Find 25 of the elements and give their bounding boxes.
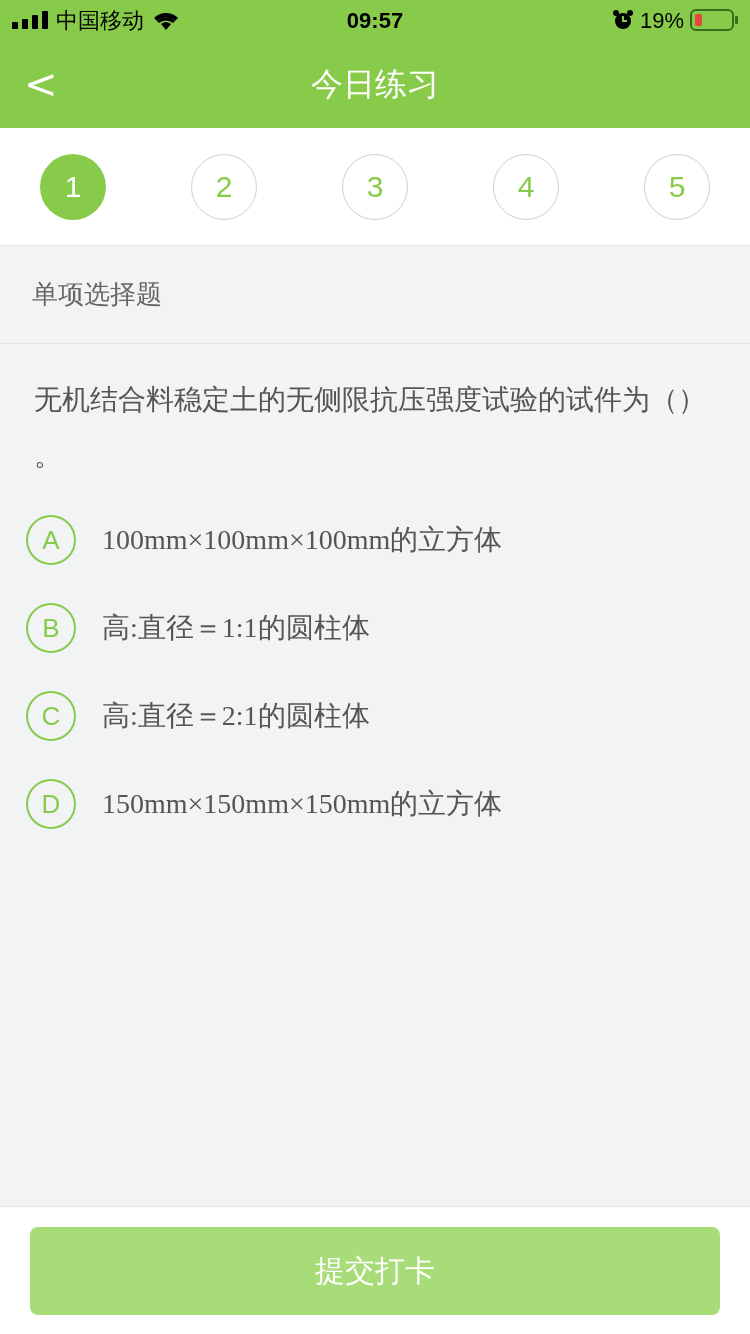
option-text[interactable]: 100mm×100mm×100mm的立方体 (102, 519, 503, 561)
question-number-tab[interactable]: 5 (644, 153, 710, 220)
battery-percentage: 19% (639, 6, 684, 35)
battery-icon (690, 9, 738, 31)
question-type: 单项选择题 (32, 278, 162, 311)
page-title: 今日练习 (311, 65, 439, 104)
alarm-clock-icon (611, 9, 634, 31)
signal-icon (12, 11, 48, 29)
question-number-tab[interactable]: 4 (493, 153, 559, 220)
wifi-icon (152, 10, 180, 30)
option-letter[interactable]: D (26, 779, 76, 829)
option-text[interactable]: 高:直径＝2:1的圆柱体 (102, 695, 370, 737)
option-letter[interactable]: C (26, 691, 76, 741)
submit-button[interactable]: 提交打卡 (30, 1226, 720, 1315)
option-text[interactable]: 150mm×150mm×150mm的立方体 (102, 783, 503, 825)
carrier-name: 中国移动 (56, 6, 144, 35)
question-number-tab[interactable]: 3 (342, 153, 408, 220)
option-text[interactable]: 高:直径＝1:1的圆柱体 (102, 607, 370, 649)
clock-time: 09:57 (346, 6, 404, 35)
option-letter[interactable]: B (26, 603, 76, 653)
question-number-tab[interactable]: 2 (191, 153, 257, 220)
question-number-tab[interactable]: 1 (40, 153, 106, 220)
back-button[interactable]: < (24, 60, 56, 108)
option-letter[interactable]: A (26, 515, 76, 565)
question-text: 无机结合料稳定土的无侧限抗压强度试验的试件为（）。 (34, 383, 707, 473)
